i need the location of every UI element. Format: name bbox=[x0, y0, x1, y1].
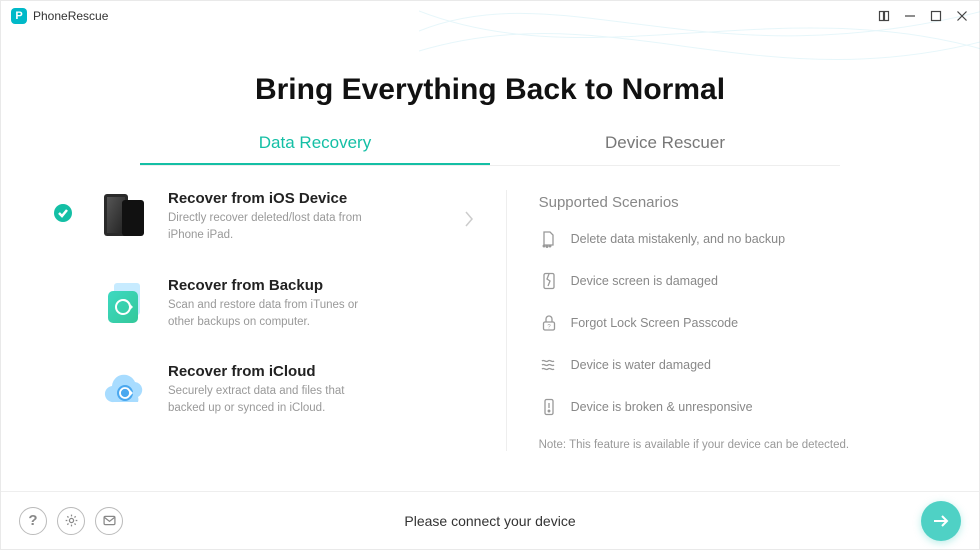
device-alert-icon bbox=[539, 397, 559, 417]
status-message: Please connect your device bbox=[404, 513, 575, 529]
option-title: Recover from iCloud bbox=[168, 363, 378, 380]
tabs: Data Recovery Device Rescuer bbox=[140, 133, 840, 166]
help-button[interactable]: ? bbox=[19, 507, 47, 535]
water-waves-icon bbox=[539, 355, 559, 375]
cloud-icon bbox=[100, 363, 150, 413]
maximize-button[interactable] bbox=[929, 9, 943, 23]
scenario-item: Device is broken & unresponsive bbox=[539, 397, 880, 417]
option-desc: Directly recover deleted/lost data from … bbox=[168, 210, 378, 245]
option-recover-backup[interactable]: Recover from Backup Scan and restore dat… bbox=[100, 277, 474, 332]
scenario-item: Device is water damaged bbox=[539, 355, 880, 375]
next-button[interactable] bbox=[921, 501, 961, 541]
titlebar: P PhoneRescue bbox=[1, 1, 979, 31]
tab-device-rescuer[interactable]: Device Rescuer bbox=[490, 133, 840, 165]
lock-question-icon: ? bbox=[539, 313, 559, 333]
supported-scenarios: Supported Scenarios Delete data mistaken… bbox=[506, 190, 880, 451]
check-icon bbox=[54, 204, 72, 222]
menu-button[interactable] bbox=[877, 9, 891, 23]
scenario-text: Delete data mistakenly, and no backup bbox=[571, 232, 785, 246]
footer: ? Please connect your device bbox=[1, 491, 979, 549]
close-button[interactable] bbox=[955, 9, 969, 23]
app-logo: P bbox=[11, 8, 27, 24]
option-title: Recover from iOS Device bbox=[168, 190, 378, 207]
scenarios-title: Supported Scenarios bbox=[539, 194, 880, 211]
cracked-screen-icon bbox=[539, 271, 559, 291]
scenario-item: Device screen is damaged bbox=[539, 271, 880, 291]
backup-icon bbox=[100, 277, 150, 327]
tab-data-recovery[interactable]: Data Recovery bbox=[140, 133, 490, 165]
scenario-item: Delete data mistakenly, and no backup bbox=[539, 229, 880, 249]
scenario-text: Device is water damaged bbox=[571, 358, 711, 372]
option-title: Recover from Backup bbox=[168, 277, 378, 294]
page-headline: Bring Everything Back to Normal bbox=[1, 73, 979, 107]
option-desc: Securely extract data and files that bac… bbox=[168, 383, 378, 418]
settings-button[interactable] bbox=[57, 507, 85, 535]
devices-icon bbox=[100, 190, 150, 240]
scenario-text: Device screen is damaged bbox=[571, 274, 718, 288]
scenario-text: Device is broken & unresponsive bbox=[571, 400, 753, 414]
mail-icon bbox=[102, 513, 117, 528]
scenario-item: ? Forgot Lock Screen Passcode bbox=[539, 313, 880, 333]
app-name: PhoneRescue bbox=[33, 9, 108, 23]
scenarios-note: Note: This feature is available if your … bbox=[539, 439, 880, 451]
recovery-options: Recover from iOS Device Directly recover… bbox=[100, 190, 506, 451]
minimize-button[interactable] bbox=[903, 9, 917, 23]
chevron-right-icon bbox=[464, 210, 474, 233]
scenario-text: Forgot Lock Screen Passcode bbox=[571, 316, 738, 330]
option-recover-ios-device[interactable]: Recover from iOS Device Directly recover… bbox=[100, 190, 474, 245]
question-icon: ? bbox=[28, 512, 37, 529]
option-desc: Scan and restore data from iTunes or oth… bbox=[168, 297, 378, 332]
option-recover-icloud[interactable]: Recover from iCloud Securely extract dat… bbox=[100, 363, 474, 418]
arrow-right-icon bbox=[931, 511, 951, 531]
feedback-button[interactable] bbox=[95, 507, 123, 535]
gear-icon bbox=[64, 513, 79, 528]
file-dots-icon bbox=[539, 229, 559, 249]
